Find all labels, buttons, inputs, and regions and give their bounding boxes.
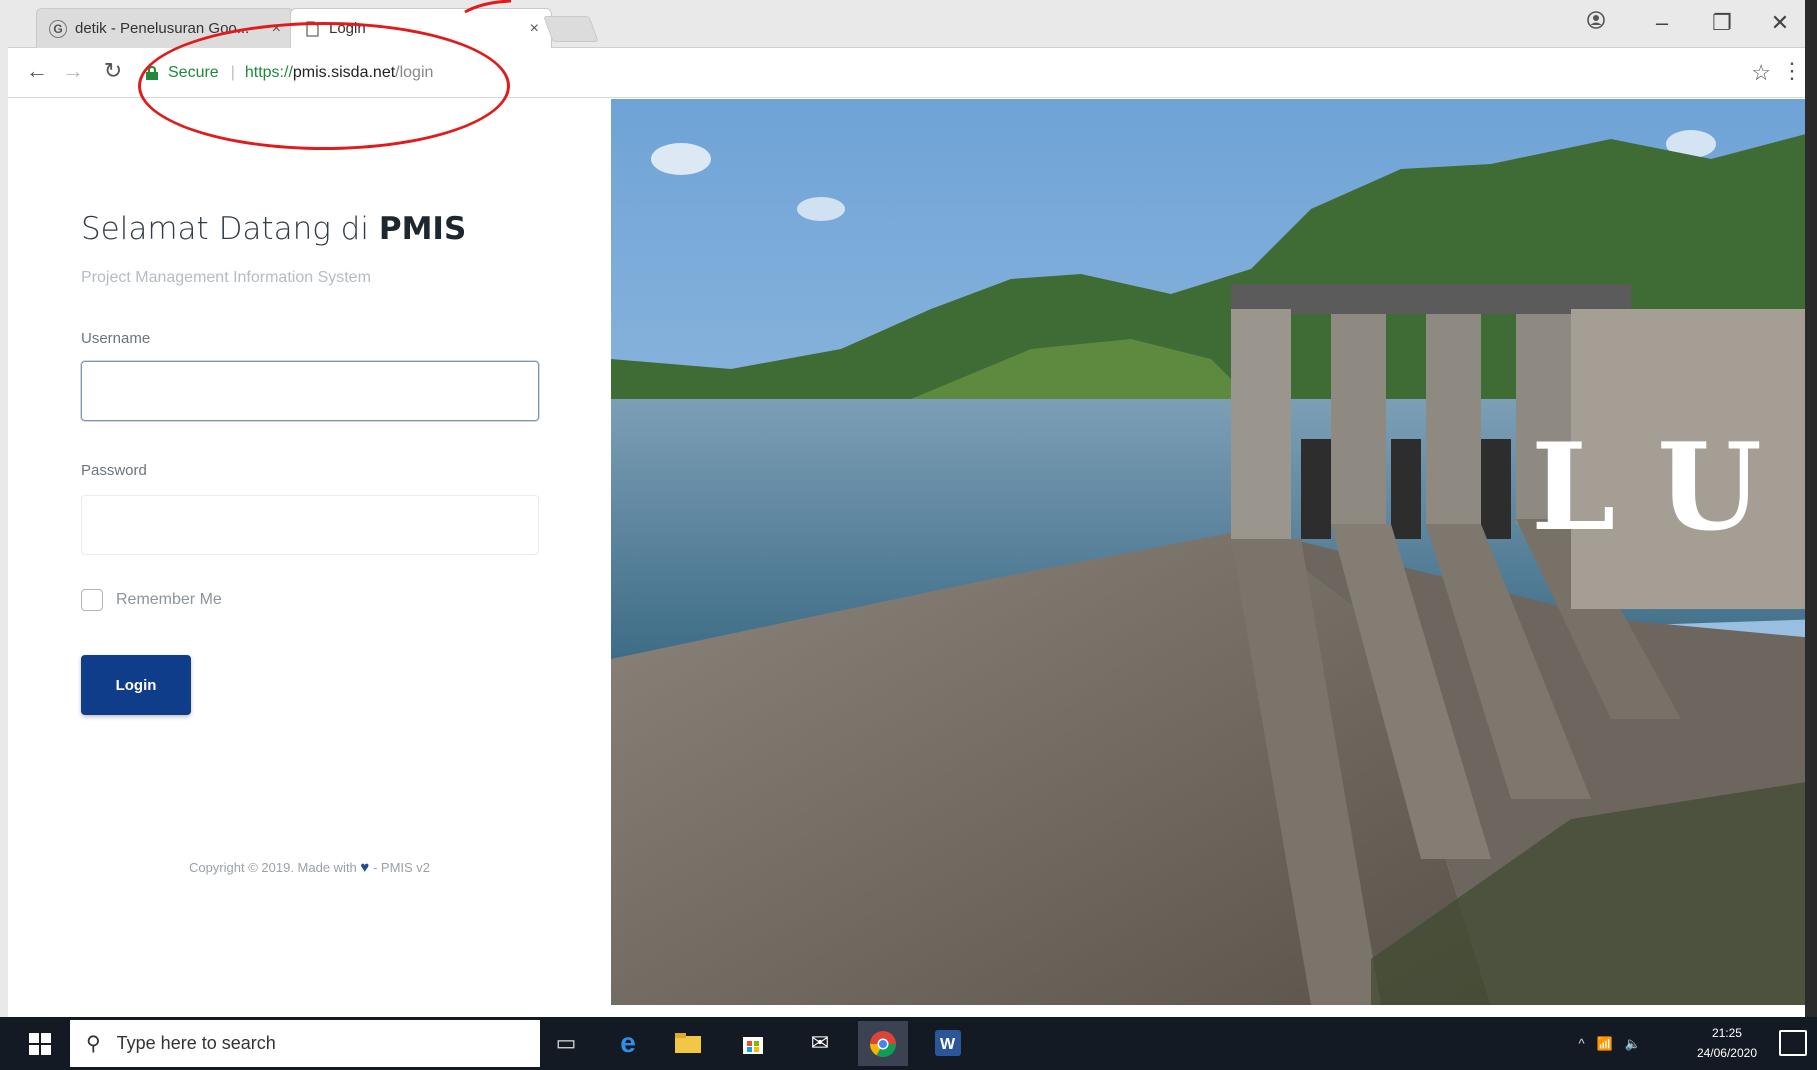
close-tab-icon[interactable]: × (530, 20, 539, 38)
url-separator: | (230, 64, 235, 81)
footer-version: - PMIS v2 (372, 860, 431, 875)
page-icon (303, 20, 321, 38)
search-icon: ⚲ (86, 1033, 101, 1055)
search-placeholder: Type here to search (116, 1033, 276, 1053)
profile-icon[interactable] (1581, 10, 1611, 36)
footer: Copyright © 2019. Made with ♥ - PMIS v2 (8, 859, 611, 876)
remember-me-checkbox[interactable] (81, 589, 103, 611)
footer-copyright: Copyright © 2019. Made with (188, 860, 357, 875)
close-window-icon[interactable]: ✕ (1765, 10, 1795, 36)
browser-window: G detik - Penelusuran Goo... × Login × –… (0, 0, 1817, 1017)
tab-bar: G detik - Penelusuran Goo... × Login × –… (8, 0, 1817, 48)
volume-icon[interactable]: 🔈 (1625, 1036, 1641, 1052)
clock-time: 21:25 (1711, 1026, 1742, 1040)
heart-icon: ♥ (360, 859, 370, 876)
reload-icon[interactable]: ↻ (98, 58, 128, 84)
restore-icon[interactable]: ❐ (1707, 10, 1737, 36)
login-panel: Selamat Datang di PMIS Project Managemen… (8, 99, 611, 1005)
username-input[interactable] (81, 361, 539, 421)
dam-photo: L U (611, 99, 1817, 1005)
store-icon[interactable] (735, 1025, 771, 1061)
menu-kebab-icon[interactable]: ⋮ (1781, 58, 1803, 84)
network-icon[interactable]: 📶 (1597, 1036, 1613, 1052)
close-tab-icon[interactable]: × (272, 20, 281, 38)
url-host: pmis.sisda.net (292, 64, 396, 81)
chevron-up-icon[interactable]: ^ (1579, 1036, 1585, 1051)
clock-date: 24/06/2020 (1696, 1046, 1757, 1060)
login-button[interactable]: Login (81, 655, 191, 715)
username-label: Username (81, 330, 151, 347)
tab-label: Login (329, 20, 366, 37)
notification-icon[interactable] (1779, 1030, 1807, 1056)
address-bar: ← → ↻ Secure | https:// pmis.sisda.net /… (8, 48, 1817, 98)
tab-login[interactable]: Login × (290, 8, 552, 48)
new-tab-button[interactable] (543, 16, 599, 42)
page-content: Selamat Datang di PMIS Project Managemen… (8, 99, 1817, 1005)
tab-detik-search[interactable]: G detik - Penelusuran Goo... × (36, 8, 294, 48)
title-prefix: Selamat Datang di (81, 211, 369, 247)
chrome-icon[interactable] (858, 1021, 908, 1066)
title-brand: PMIS (378, 211, 467, 247)
hero-dam-image: L U (611, 99, 1817, 1005)
system-tray: ^ 📶 🔈 (1579, 1017, 1647, 1070)
forward-icon[interactable]: → (58, 58, 88, 84)
remember-me-label[interactable]: Remember Me (116, 591, 222, 609)
slide-edge (1805, 0, 1817, 1017)
minimize-icon[interactable]: – (1647, 10, 1677, 36)
taskbar-search-input[interactable]: ⚲ Type here to search (70, 1020, 540, 1067)
file-explorer-icon[interactable] (670, 1025, 706, 1061)
task-view-icon[interactable]: ▭ (548, 1025, 584, 1061)
lock-icon (146, 66, 158, 80)
taskbar-clock[interactable]: 21:25 24/06/2020 (1697, 1023, 1757, 1063)
word-icon[interactable]: W (930, 1025, 966, 1061)
mail-icon[interactable]: ✉ (802, 1025, 838, 1061)
windows-icon (29, 1032, 51, 1055)
tab-label: detik - Penelusuran Goo... (75, 20, 250, 37)
start-button[interactable] (10, 1017, 70, 1070)
url-path: /login (395, 64, 434, 81)
page-subtitle: Project Management Information System (81, 269, 371, 286)
back-icon[interactable]: ← (22, 58, 52, 84)
bookmark-star-icon[interactable]: ☆ (1751, 60, 1771, 86)
password-input[interactable] (81, 495, 539, 555)
svg-text:W: W (940, 1036, 956, 1053)
google-g-icon: G (49, 19, 67, 38)
secure-label: Secure (168, 64, 219, 81)
password-label: Password (81, 462, 147, 479)
taskbar: ⚲ Type here to search ▭ e ✉ W ^ 📶 🔈 21:2… (0, 1017, 1817, 1070)
page-title: Selamat Datang di PMIS (81, 211, 466, 247)
url-scheme: https:// (244, 64, 293, 81)
hero-overlay-text: L U (1531, 417, 1762, 558)
url-omnibox[interactable]: Secure | https:// pmis.sisda.net /login (146, 56, 1786, 90)
edge-icon[interactable]: e (610, 1025, 646, 1061)
